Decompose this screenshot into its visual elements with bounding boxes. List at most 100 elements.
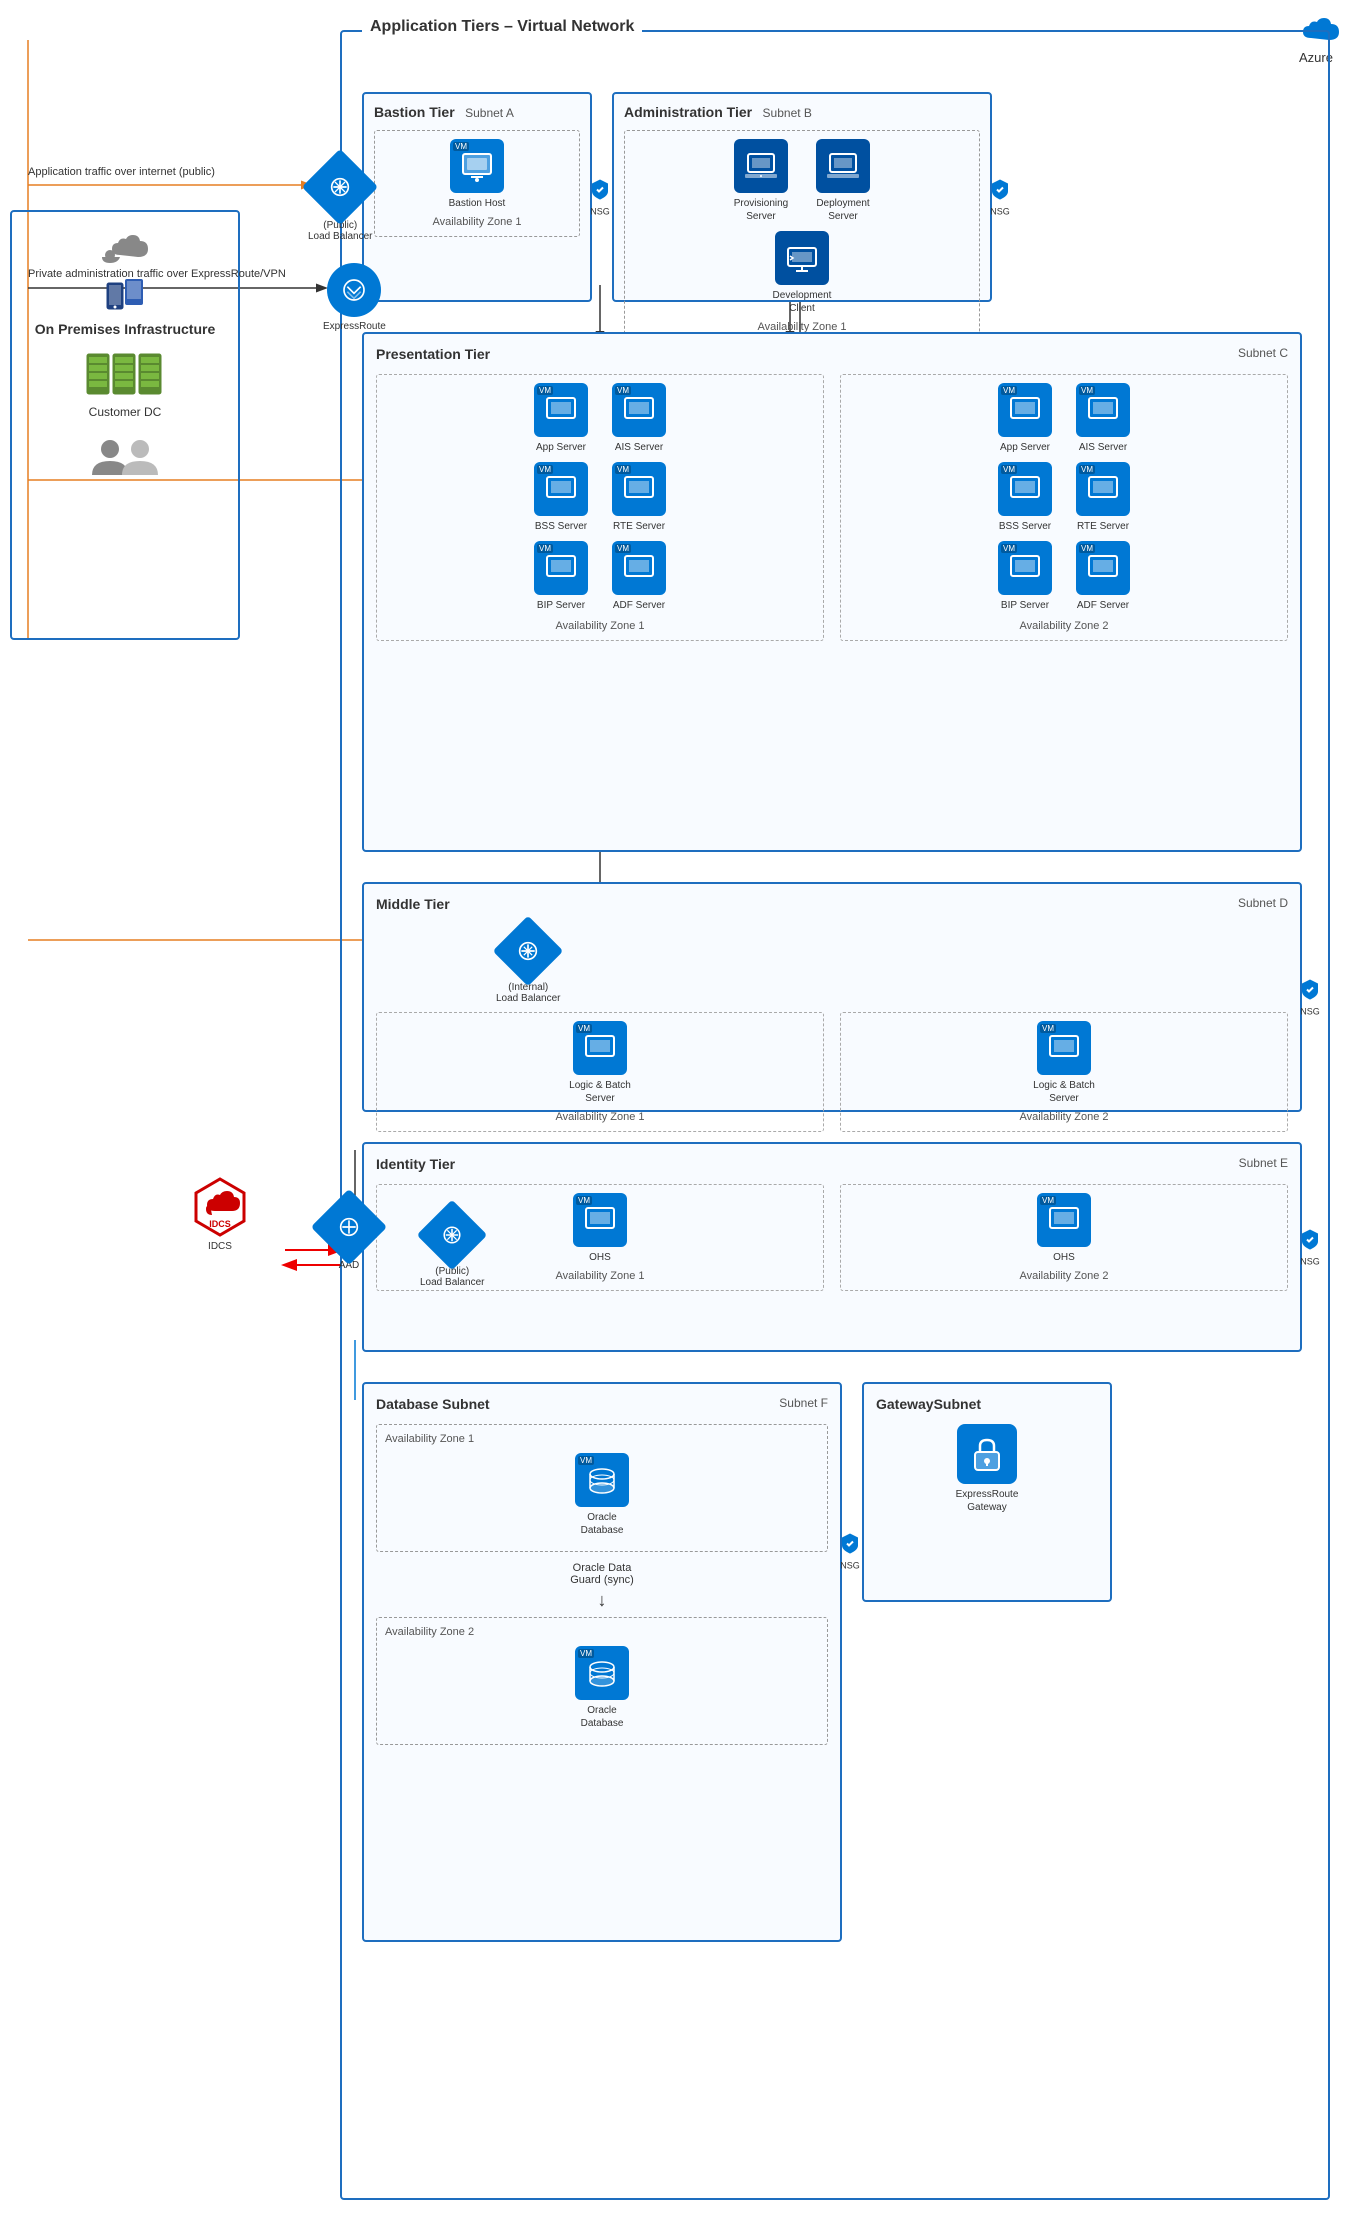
pres-z2-bip-icon: VM	[998, 541, 1052, 595]
admin-subnet-label: Subnet B	[763, 106, 812, 120]
development-client-icon	[775, 231, 829, 285]
users-icon	[12, 433, 238, 478]
pres-z1-ais-server: VM AIS Server	[604, 383, 674, 454]
traffic-label-private: Private administration traffic over Expr…	[28, 268, 286, 280]
identity-z2-ohs-icon: VM	[1037, 1193, 1091, 1247]
middle-zone2-label: Availability Zone 2	[849, 1111, 1279, 1123]
db-nsg-label: NSG	[840, 1560, 860, 1570]
identity-z1-ohs: VM OHS	[565, 1193, 635, 1264]
pres-z1-adf-icon: VM	[612, 541, 666, 595]
identity-z1-ohs-label: OHS	[589, 1251, 611, 1264]
presentation-subnet-label: Subnet C	[1238, 346, 1288, 360]
database-subnet-title: Database Subnet	[376, 1396, 490, 1412]
expressroute-label: ExpressRoute	[323, 321, 386, 332]
identity-tier: Identity Tier Subnet E VM OHS Avai	[362, 1142, 1302, 1352]
on-premises-infra-icons	[12, 275, 238, 315]
presentation-tier: Presentation Tier Subnet C VM App Server	[362, 332, 1302, 852]
middle-zones-row: VM Logic & Batch Server Availability Zon…	[376, 1012, 1288, 1132]
pres-zone1-label: Availability Zone 1	[385, 620, 815, 632]
db-z2-icon: VM	[575, 1646, 629, 1700]
provisioning-server-icon	[734, 139, 788, 193]
middle-nsg-label: NSG	[1300, 1007, 1320, 1017]
customer-dc-icon	[12, 349, 238, 399]
identity-nsg: NSG	[1300, 1228, 1320, 1267]
bastion-host-unit: VM Bastion Host	[442, 139, 512, 210]
identity-zones-row: VM OHS Availability Zone 1 VM	[376, 1184, 1288, 1291]
admin-nsg-label: NSG	[990, 207, 1010, 217]
middle-z1-icon: VM	[573, 1021, 627, 1075]
pres-z2-bss-label: BSS Server	[999, 520, 1051, 533]
gateway-subnet: GatewaySubnet ExpressRoute Gateway	[862, 1382, 1112, 1602]
admin-zone-box: Provisioning Server Deployment Server	[624, 130, 980, 342]
pres-zone2-label: Availability Zone 2	[849, 620, 1279, 632]
identity-z2-ohs-label: OHS	[1053, 1251, 1075, 1264]
admin-tier-title: Administration Tier	[624, 104, 752, 120]
deployment-server-icon	[816, 139, 870, 193]
bastion-zone-box: VM Bastion Host Availability Zon	[374, 130, 580, 237]
pres-z1-bip-icon: VM	[534, 541, 588, 595]
pres-z2-rte-icon: VM	[1076, 462, 1130, 516]
deployment-server-unit: Deployment Server	[808, 139, 878, 223]
identity-z1-ohs-icon: VM	[573, 1193, 627, 1247]
bastion-host-label: Bastion Host	[449, 197, 506, 210]
pres-z1-bip-label: BIP Server	[537, 599, 585, 612]
development-client-unit: Development Client	[767, 231, 837, 315]
bastion-subnet-label: Subnet A	[465, 106, 514, 120]
database-subnet-label-el: Subnet F	[779, 1396, 828, 1410]
middle-nsg: NSG	[1300, 978, 1320, 1017]
pres-z2-adf-label: ADF Server	[1077, 599, 1129, 612]
presentation-zones-row: VM App Server VM AIS Server	[376, 374, 1288, 641]
middle-zone1: VM Logic & Batch Server Availability Zon…	[376, 1012, 824, 1132]
pres-z1-rte-server: VM RTE Server	[604, 462, 674, 533]
database-subnet: Database Subnet Subnet F Availability Zo…	[362, 1382, 842, 1942]
traffic-label-public: Application traffic over internet (publi…	[28, 166, 215, 178]
db-zone1-label: Availability Zone 1	[385, 1433, 819, 1445]
pres-z2-app-label: App Server	[1000, 441, 1050, 454]
pres-z2-bip-label: BIP Server	[1001, 599, 1049, 612]
identity-z2-ohs: VM OHS	[1029, 1193, 1099, 1264]
db-z1-unit: VM Oracle Database	[567, 1453, 637, 1537]
bastion-tier: Bastion Tier Subnet A VM	[362, 92, 592, 302]
pres-z2-bip-server: VM BIP Server	[990, 541, 1060, 612]
development-client-label: Development Client	[773, 289, 832, 315]
pres-z2-app-icon: VM	[998, 383, 1052, 437]
bastion-tier-title: Bastion Tier	[374, 104, 455, 120]
db-sync-arrow: ↓	[376, 1590, 828, 1611]
pres-z1-app-icon: VM	[534, 383, 588, 437]
app-tiers-title: Application Tiers – Virtual Network	[362, 18, 642, 36]
pres-z1-bip-server: VM BIP Server	[526, 541, 596, 612]
identity-subnet-label: Subnet E	[1239, 1156, 1288, 1170]
pres-z1-adf-label: ADF Server	[613, 599, 665, 612]
db-nsg: NSG	[840, 1531, 860, 1570]
pres-z2-rte-label: RTE Server	[1077, 520, 1129, 533]
middle-z2-server: VM Logic & Batch Server	[1029, 1021, 1099, 1105]
idcs-label: IDCS	[208, 1241, 232, 1252]
pres-z1-bss-server: VM BSS Server	[526, 462, 596, 533]
diagram-container: Azure Application Tiers – Virtual Networ…	[0, 0, 1371, 2235]
pres-z1-bss-label: BSS Server	[535, 520, 587, 533]
pres-z1-rte-label: RTE Server	[613, 520, 665, 533]
expressroute-icon	[327, 263, 381, 317]
pres-z1-ais-icon: VM	[612, 383, 666, 437]
identity-lb-label: (Public) Load Balancer	[420, 1266, 485, 1288]
pres-z1-app-label: App Server	[536, 441, 586, 454]
identity-zone2-label: Availability Zone 2	[849, 1270, 1279, 1282]
internal-lb-icon	[493, 916, 564, 987]
pres-z2-adf-server: VM ADF Server	[1068, 541, 1138, 612]
provisioning-server-unit: Provisioning Server	[726, 139, 796, 223]
middle-z2-server-label: Logic & Batch Server	[1029, 1079, 1099, 1105]
bastion-zone-label: Availability Zone 1	[383, 216, 571, 228]
pres-z2-ais-icon: VM	[1076, 383, 1130, 437]
provisioning-server-label: Provisioning Server	[734, 197, 788, 223]
svg-text:IDCS: IDCS	[209, 1219, 231, 1229]
deployment-server-label: Deployment Server	[816, 197, 869, 223]
pres-z2-adf-icon: VM	[1076, 541, 1130, 595]
middle-zone1-label: Availability Zone 1	[385, 1111, 815, 1123]
on-premises-title: On Premises Infrastructure	[12, 321, 238, 337]
middle-subnet-label: Subnet D	[1238, 896, 1288, 910]
pres-z2-ais-label: AIS Server	[1079, 441, 1127, 454]
pres-z2-app-server: VM App Server	[990, 383, 1060, 454]
app-tiers-box: Application Tiers – Virtual Network Bast…	[340, 30, 1330, 2200]
db-zone2-label: Availability Zone 2	[385, 1626, 819, 1638]
middle-z1-server: VM Logic & Batch Server	[565, 1021, 635, 1105]
